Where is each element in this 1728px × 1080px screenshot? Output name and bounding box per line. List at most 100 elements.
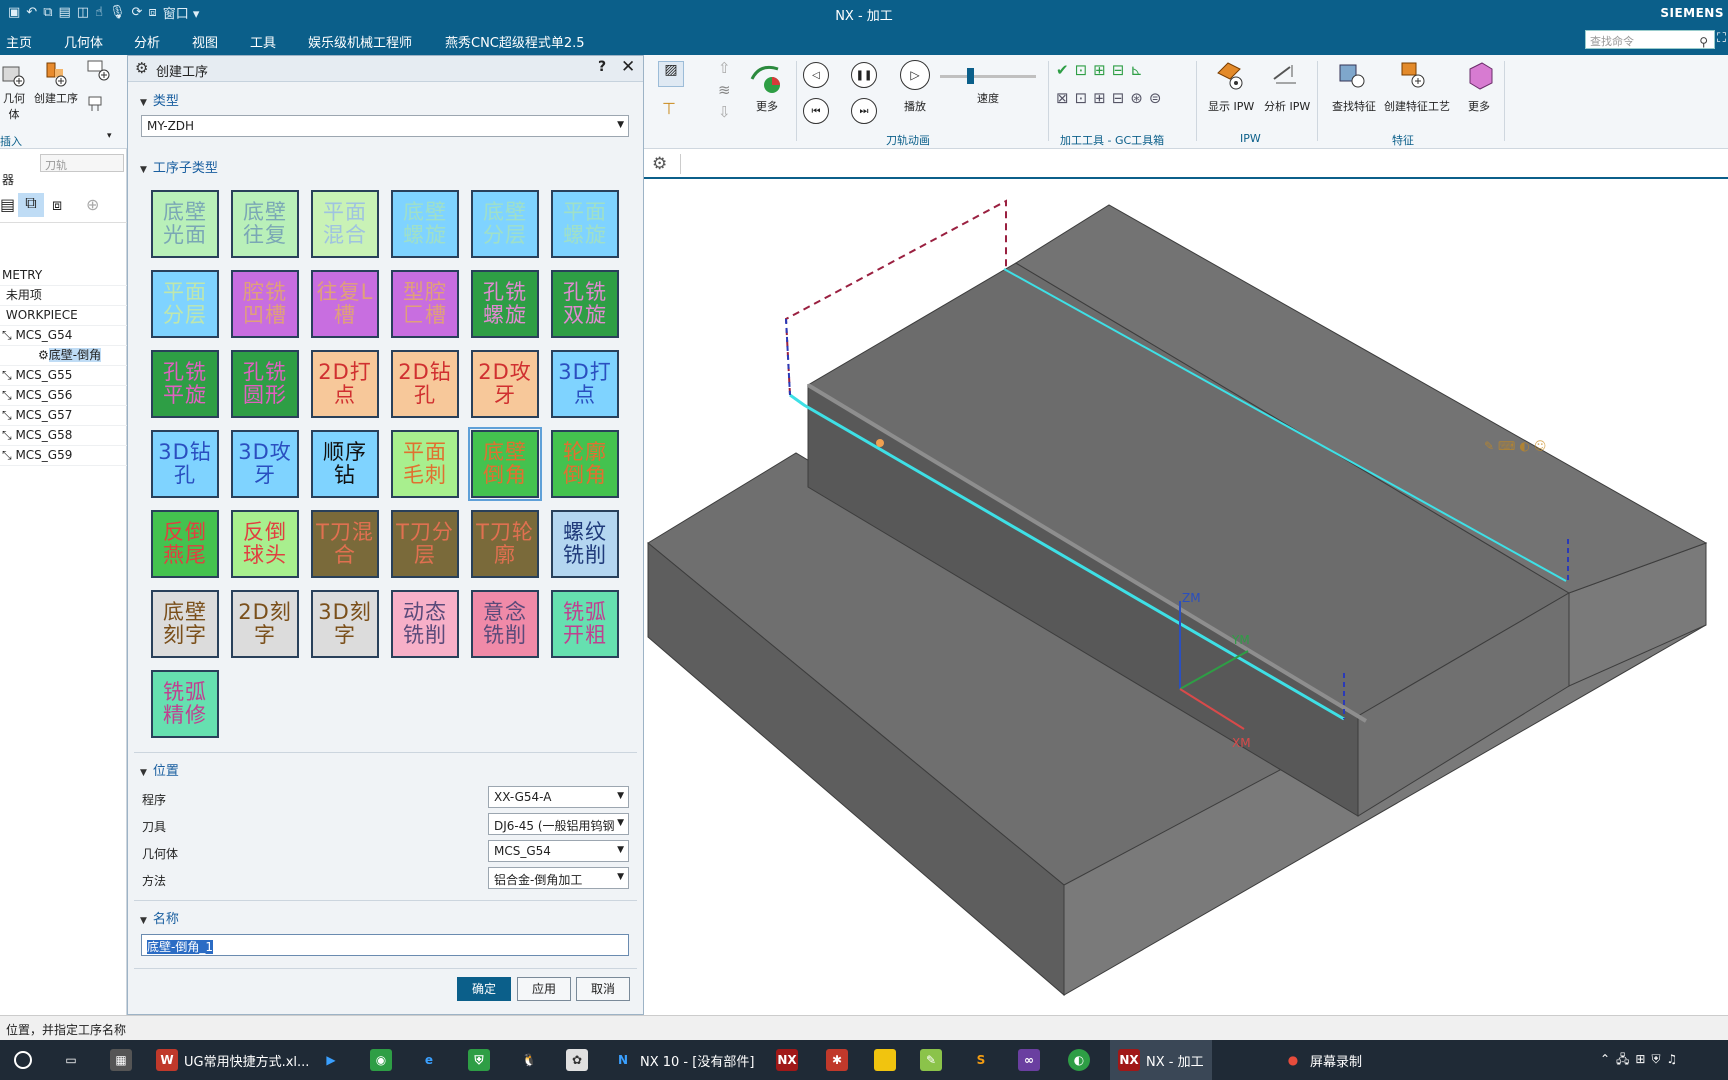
edge-icon[interactable]: e <box>418 1040 446 1080</box>
menu-geometry[interactable]: 几何体 <box>64 32 103 51</box>
subtype-tile-18[interactable]: 3D钻孔 <box>151 430 219 498</box>
menu-tools[interactable]: 工具 <box>250 32 276 51</box>
subtype-tile-31[interactable]: 2D刻字 <box>231 590 299 658</box>
browser-icon[interactable]: ◉ <box>370 1040 398 1080</box>
analyze-ipw-icon[interactable] <box>1270 59 1302 91</box>
subtype-tile-21[interactable]: 平面毛刺 <box>391 430 459 498</box>
gc-tools-icons-row2[interactable]: ⊠⊡⊞⊟⊛⊜ <box>1056 89 1167 107</box>
subtype-tile-30[interactable]: 底壁刻字 <box>151 590 219 658</box>
subtype-tile-24[interactable]: 反倒燕尾 <box>151 510 219 578</box>
create-feature-process-button[interactable]: 创建特征工艺 <box>1384 98 1450 114</box>
more-features-icon[interactable] <box>1464 59 1496 91</box>
show-ipw-icon[interactable] <box>1214 59 1246 91</box>
tree-row-geometry[interactable]: METRY <box>0 266 127 286</box>
play-icon[interactable]: ▷ <box>900 60 930 90</box>
forward-icon[interactable]: ⏭ <box>851 98 877 124</box>
geometry-select[interactable]: MCS_G54 ▼ <box>488 840 629 862</box>
screen-record-taskbar-item[interactable]: ● 屏幕录制 <box>1282 1040 1362 1080</box>
subtype-tile-13[interactable]: 孔铣圆形 <box>231 350 299 418</box>
verify-icon[interactable] <box>750 61 784 95</box>
system-tray[interactable]: ⌃🖧⊞⛨♫ <box>1600 1040 1683 1080</box>
subtype-tile-1[interactable]: 底壁往复 <box>231 190 299 258</box>
name-input[interactable]: 底壁-倒角_1 <box>141 934 629 956</box>
subtype-tile-3[interactable]: 底壁螺旋 <box>391 190 459 258</box>
subtype-tile-33[interactable]: 动态铣削 <box>391 590 459 658</box>
ok-button[interactable]: 确定 <box>457 977 511 1001</box>
speed-slider-thumb[interactable] <box>967 68 974 84</box>
subtype-tile-29[interactable]: 螺纹铣削 <box>551 510 619 578</box>
subtype-tile-11[interactable]: 孔铣双旋 <box>551 270 619 338</box>
tree-row-mcs-g54[interactable]: ⤡ MCS_G54 <box>0 326 127 346</box>
subtype-tile-9[interactable]: 型腔匚槽 <box>391 270 459 338</box>
green-app-icon[interactable]: ◐ <box>1068 1040 1096 1080</box>
menu-view[interactable]: 视图 <box>192 32 218 51</box>
subtype-tile-15[interactable]: 2D钻孔 <box>391 350 459 418</box>
program-select[interactable]: XX-G54-A ▼ <box>488 786 629 808</box>
nx10-taskbar-item[interactable]: N NX 10 - [没有部件] <box>612 1040 754 1080</box>
app-icon[interactable]: ✿ <box>566 1040 594 1080</box>
layer-stack-icon[interactable]: ≋ <box>718 81 731 99</box>
more-label[interactable]: 更多 <box>756 98 778 114</box>
subtype-tile-23[interactable]: 轮廓倒角 <box>551 430 619 498</box>
subtype-tile-5[interactable]: 平面螺旋 <box>551 190 619 258</box>
arrow-app-icon[interactable]: ▶ <box>320 1040 348 1080</box>
type-section-header[interactable]: ▼ 类型 <box>140 90 179 109</box>
visual-studio-icon[interactable]: ∞ <box>1018 1040 1046 1080</box>
tree-row-mcs-g58[interactable]: ⤡ MCS_G58 <box>0 426 127 446</box>
menu-entertainment-engineer[interactable]: 娱乐级机械工程师 <box>308 32 412 51</box>
subtype-tile-6[interactable]: 平面分层 <box>151 270 219 338</box>
menu-home[interactable]: 主页 <box>6 32 33 57</box>
gc-tools-icons-row1[interactable]: ✔⊡⊞⊟⊾ <box>1056 61 1149 79</box>
subtype-tile-36[interactable]: 铣弧精修 <box>151 670 219 738</box>
navigator-filter-input[interactable]: 刀轨 <box>40 154 124 172</box>
tool-select[interactable]: DJ6-45 (一般铝用钨钢 ▼ <box>488 813 629 835</box>
analyze-ipw-button[interactable]: 分析 IPW <box>1264 98 1310 114</box>
subtype-tile-16[interactable]: 2D攻牙 <box>471 350 539 418</box>
tree-row-mcs-g57[interactable]: ⤡ MCS_G57 <box>0 406 127 426</box>
subtype-tile-8[interactable]: 往复L槽 <box>311 270 379 338</box>
ime-floating-toolbar[interactable]: ✎⌨◐☺ <box>1484 439 1550 453</box>
tree-row-operation[interactable]: ⚙底壁-倒角 <box>0 346 127 366</box>
command-search-input[interactable]: 查找命令 ⚲ <box>1585 30 1715 49</box>
display-toolpath-icon[interactable]: ▨ <box>658 61 684 87</box>
group-expand-icon[interactable]: ▾ <box>107 131 112 141</box>
tool-display-icon[interactable]: ⊤ <box>662 99 676 118</box>
subtype-tile-12[interactable]: 孔铣平旋 <box>151 350 219 418</box>
subtype-tile-35[interactable]: 铣弧开粗 <box>551 590 619 658</box>
apply-button[interactable]: 应用 <box>517 977 571 1001</box>
create-geometry-button[interactable]: 几何体 <box>0 61 28 122</box>
subtype-tile-7[interactable]: 腔铣凹槽 <box>231 270 299 338</box>
find-feature-button[interactable]: 查找特征 <box>1332 98 1376 114</box>
task-view-icon[interactable]: ▭ <box>60 1040 88 1080</box>
position-section-header[interactable]: ▼ 位置 <box>140 760 179 779</box>
subtype-tile-34[interactable]: 意念铣削 <box>471 590 539 658</box>
method-view-icon[interactable]: ⊕ <box>86 195 99 214</box>
selection-filter-icon[interactable]: ⚙ <box>652 154 667 174</box>
subtype-tile-27[interactable]: T刀分层 <box>391 510 459 578</box>
step-back-icon[interactable]: ◁ <box>803 62 829 88</box>
name-section-header[interactable]: ▼ 名称 <box>140 908 179 927</box>
tool-view-icon[interactable]: ⧈ <box>52 195 62 215</box>
menu-yanxiu-cnc[interactable]: 燕秀CNC超级程式单2.5 <box>445 32 585 51</box>
subtype-tile-14[interactable]: 2D打点 <box>311 350 379 418</box>
subtype-section-header[interactable]: ▼ 工序子类型 <box>140 157 218 176</box>
excel-taskbar-item[interactable]: W UG常用快捷方式.xl... <box>156 1040 309 1080</box>
tree-row-mcs-g55[interactable]: ⤡ MCS_G55 <box>0 366 127 386</box>
notepad-icon[interactable]: ✎ <box>920 1040 948 1080</box>
cancel-button[interactable]: 取消 <box>576 977 630 1001</box>
calculator-icon[interactable]: ▦ <box>110 1040 138 1080</box>
nx-app-icon[interactable]: NX <box>776 1040 804 1080</box>
subtype-tile-20[interactable]: 顺序钻 <box>311 430 379 498</box>
find-feature-icon[interactable] <box>1336 59 1368 91</box>
move-down-icon[interactable]: ⇩ <box>718 103 731 121</box>
ribbon-toggle-icon[interactable]: ⛶ <box>1717 31 1726 46</box>
tree-row-mcs-g56[interactable]: ⤡ MCS_G56 <box>0 386 127 406</box>
search-icon[interactable]: ⚲ <box>1699 35 1708 49</box>
close-icon[interactable]: ✕ <box>621 57 635 77</box>
move-up-icon[interactable]: ⇧ <box>718 59 731 77</box>
pause-icon[interactable]: ❚❚ <box>851 62 877 88</box>
create-feature-process-icon[interactable] <box>1396 59 1428 91</box>
subtype-tile-10[interactable]: 孔铣螺旋 <box>471 270 539 338</box>
qq-icon[interactable]: 🐧 <box>518 1040 546 1080</box>
rewind-icon[interactable]: ⏮ <box>803 98 829 124</box>
